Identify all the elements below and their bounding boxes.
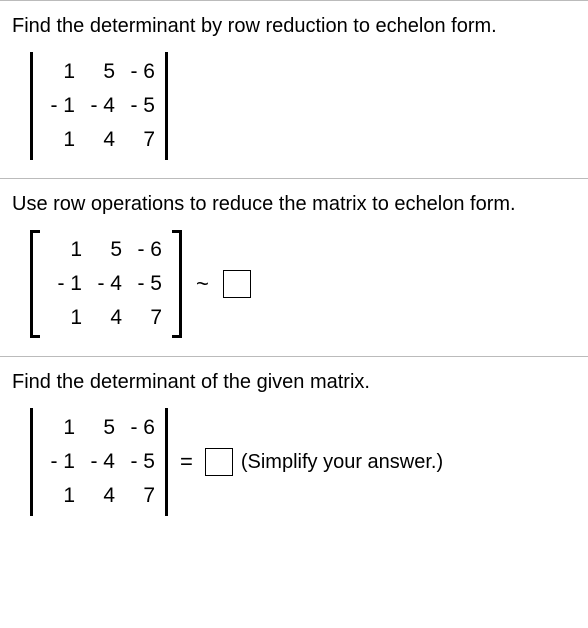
section-1: Find the determinant by row reduction to…: [0, 1, 588, 178]
cell: - 5: [119, 94, 159, 118]
matrix-grid: 1 5 - 6 - 1 - 4 - 5 1 4 7: [40, 230, 172, 338]
cell: 5: [79, 60, 119, 84]
cell: - 4: [86, 272, 126, 296]
simplify-note: (Simplify your answer.): [241, 451, 443, 474]
cell: - 1: [46, 272, 86, 296]
equals-symbol: =: [176, 449, 197, 475]
determinant-answer-input[interactable]: [205, 448, 233, 476]
cell: 7: [119, 484, 159, 508]
row-reduce-line: 1 5 - 6 - 1 - 4 - 5 1 4 7 ~: [30, 230, 576, 338]
det-bar-right: [165, 52, 168, 160]
section-3: Find the determinant of the given matrix…: [0, 357, 588, 534]
bracket-right: [172, 230, 182, 338]
bracket-matrix: 1 5 - 6 - 1 - 4 - 5 1 4 7: [30, 230, 182, 338]
cell: 1: [39, 128, 79, 152]
cell: 1: [46, 238, 86, 262]
cell: 1: [39, 484, 79, 508]
determinant-display-1: 1 5 - 6 - 1 - 4 - 5 1 4 7: [30, 52, 576, 160]
prompt-1: Find the determinant by row reduction to…: [12, 15, 576, 38]
cell: 5: [79, 416, 119, 440]
tilde-symbol: ~: [190, 271, 215, 297]
cell: - 1: [39, 94, 79, 118]
cell: 5: [86, 238, 126, 262]
matrix-grid: 1 5 - 6 - 1 - 4 - 5 1 4 7: [33, 408, 165, 516]
cell: 4: [86, 306, 126, 330]
cell: - 6: [119, 60, 159, 84]
det-matrix-1: 1 5 - 6 - 1 - 4 - 5 1 4 7: [30, 52, 168, 160]
section-2: Use row operations to reduce the matrix …: [0, 179, 588, 356]
determinant-eval-line: 1 5 - 6 - 1 - 4 - 5 1 4 7 = (Simplify yo…: [30, 408, 576, 516]
prompt-3: Find the determinant of the given matrix…: [12, 371, 576, 394]
cell: 1: [39, 60, 79, 84]
det-matrix-3: 1 5 - 6 - 1 - 4 - 5 1 4 7: [30, 408, 168, 516]
cell: - 6: [126, 238, 166, 262]
cell: 1: [46, 306, 86, 330]
cell: 4: [79, 128, 119, 152]
cell: 4: [79, 484, 119, 508]
cell: - 5: [126, 272, 166, 296]
cell: - 6: [119, 416, 159, 440]
cell: 7: [119, 128, 159, 152]
cell: - 1: [39, 450, 79, 474]
matrix-grid: 1 5 - 6 - 1 - 4 - 5 1 4 7: [33, 52, 165, 160]
cell: 7: [126, 306, 166, 330]
cell: - 5: [119, 450, 159, 474]
echelon-answer-input[interactable]: [223, 270, 251, 298]
cell: - 4: [79, 450, 119, 474]
cell: - 4: [79, 94, 119, 118]
bracket-left: [30, 230, 40, 338]
prompt-2: Use row operations to reduce the matrix …: [12, 193, 576, 216]
cell: 1: [39, 416, 79, 440]
det-bar-right: [165, 408, 168, 516]
